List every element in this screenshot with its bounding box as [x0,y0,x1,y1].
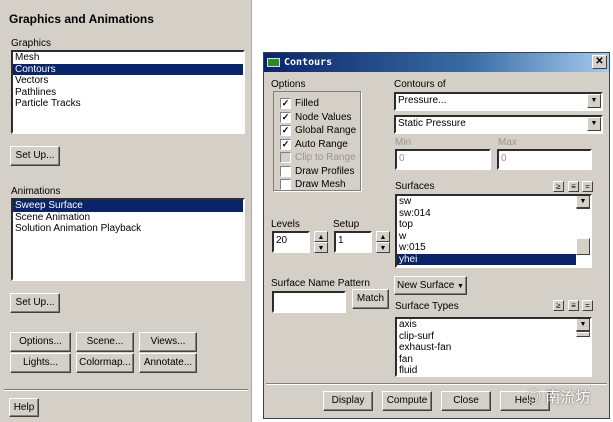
surface-types-list[interactable]: axis clip-surf exhaust-fan fan fluid ▲▼ [395,317,592,377]
options-label: Options [271,79,306,90]
close-button[interactable]: Close [441,391,491,411]
views-button[interactable]: Views... [139,332,197,352]
new-surface-button[interactable]: New Surface ▼ [394,276,467,295]
surface-types-label: Surface Types [395,301,459,312]
options-group: ✓ Filled ✓ Node Values ✓ Global Range ✓ Auto… [273,91,361,191]
list-item[interactable]: top [397,219,590,231]
surface-name-pattern-label: Surface Name Pattern [271,278,370,289]
list-item[interactable]: fluid [397,365,590,375]
watermark: ◎ 南流坊 [526,389,591,406]
chevron-down-icon: ▼ [587,94,601,108]
list-item[interactable]: w:015 [397,242,590,254]
title-bar[interactable]: Contours ✕ [264,53,609,72]
contours-of-label: Contours of [394,79,446,90]
list-icon[interactable]: ≡ [568,300,579,311]
list-icon[interactable]: ≡ [568,181,579,192]
max-input: 0 [497,149,592,170]
list-item[interactable]: Scene Animation [13,212,243,224]
list-item[interactable]: Mesh [13,52,243,64]
scene-button[interactable]: Scene... [76,332,134,352]
lights-button[interactable]: Lights... [10,353,71,373]
display-button[interactable]: Display [323,391,373,411]
setup-up-icon[interactable]: ▲ [376,231,390,242]
animations-list[interactable]: Sweep Surface Scene Animation Solution A… [11,198,245,281]
annotate-button[interactable]: Annotate... [139,353,197,373]
levels-down-icon[interactable]: ▼ [314,242,328,253]
filled-checkbox[interactable]: ✓ Filled [280,97,380,110]
scrollbar[interactable]: ▲▼ [576,319,590,337]
deselect-all-icon[interactable]: = [582,181,593,192]
node-values-checkbox[interactable]: ✓ Node Values [280,111,380,124]
contours-dialog: Contours ✕ Options ✓ Filled ✓ Node Values … [263,52,610,419]
compute-button[interactable]: Compute [382,391,432,411]
graphics-setup-button[interactable]: Set Up... [10,146,60,166]
list-item[interactable]: Sweep Surface [13,200,243,212]
setup-down-icon[interactable]: ▼ [376,242,390,253]
surface-name-pattern-input[interactable] [272,291,346,313]
select-all-icon[interactable]: ≥ [553,181,564,192]
contours-of-select[interactable]: Pressure... ▼ [394,92,603,111]
list-item[interactable]: clip-surf [397,331,590,343]
list-item[interactable]: w [397,231,590,243]
draw-mesh-checkbox[interactable]: Draw Mesh [280,178,380,191]
graphics-list[interactable]: Mesh Contours Vectors Pathlines Particle… [11,50,245,134]
levels-up-icon[interactable]: ▲ [314,231,328,242]
list-item[interactable]: sw:014 [397,208,590,220]
app-icon [267,58,280,67]
colormap-button[interactable]: Colormap... [76,353,134,373]
help-button[interactable]: Help [9,398,39,417]
draw-profiles-checkbox[interactable]: Draw Profiles [280,165,380,178]
contours-sub-select[interactable]: Static Pressure ▼ [394,115,603,134]
clip-to-range-checkbox: Clip to Range [280,151,380,164]
animations-setup-button[interactable]: Set Up... [10,293,60,313]
setup-input[interactable]: 1 [334,231,372,253]
options-button[interactable]: Options... [10,332,71,352]
list-item[interactable]: sw [397,196,590,208]
surfaces-list[interactable]: sw sw:014 top w w:015 yhei ▲▼ [395,194,592,268]
list-item[interactable]: Particle Tracks [13,98,243,110]
graphics-and-animations-panel: Graphics and Animations Graphics Mesh Co… [0,0,252,422]
list-item[interactable]: fan [397,354,590,366]
min-label: Min [395,137,412,148]
list-item[interactable]: Vectors [13,75,243,87]
match-button[interactable]: Match [352,289,389,309]
levels-label: Levels [271,219,300,230]
min-input: 0 [395,149,491,170]
list-item[interactable]: Contours [13,63,243,75]
close-icon[interactable]: ✕ [592,55,607,69]
global-range-checkbox[interactable]: ✓ Global Range [280,124,380,137]
list-item[interactable]: yhei [397,253,576,265]
surfaces-label: Surfaces [395,181,435,192]
setup-label: Setup [333,219,360,230]
list-item[interactable]: Pathlines [13,87,243,99]
chevron-down-icon: ▼ [457,283,464,290]
list-item[interactable]: Solution Animation Playback [13,223,243,235]
scrollbar[interactable]: ▲▼ [576,196,590,255]
graphics-label: Graphics [11,38,52,49]
deselect-all-icon[interactable]: = [582,300,593,311]
animations-label: Animations [11,186,61,197]
max-label: Max [498,137,517,148]
dialog-title: Contours [284,57,333,68]
list-item[interactable]: axis [397,319,590,331]
panel-title: Graphics and Animations [9,12,154,26]
chevron-down-icon: ▼ [587,117,601,131]
divider [4,389,248,391]
select-all-icon[interactable]: ≥ [553,300,564,311]
levels-input[interactable]: 20 [272,231,310,253]
list-item[interactable]: exhaust-fan [397,342,590,354]
divider [266,383,607,385]
wechat-icon: ◎ [526,389,542,406]
auto-range-checkbox[interactable]: ✓ Auto Range [280,138,380,151]
